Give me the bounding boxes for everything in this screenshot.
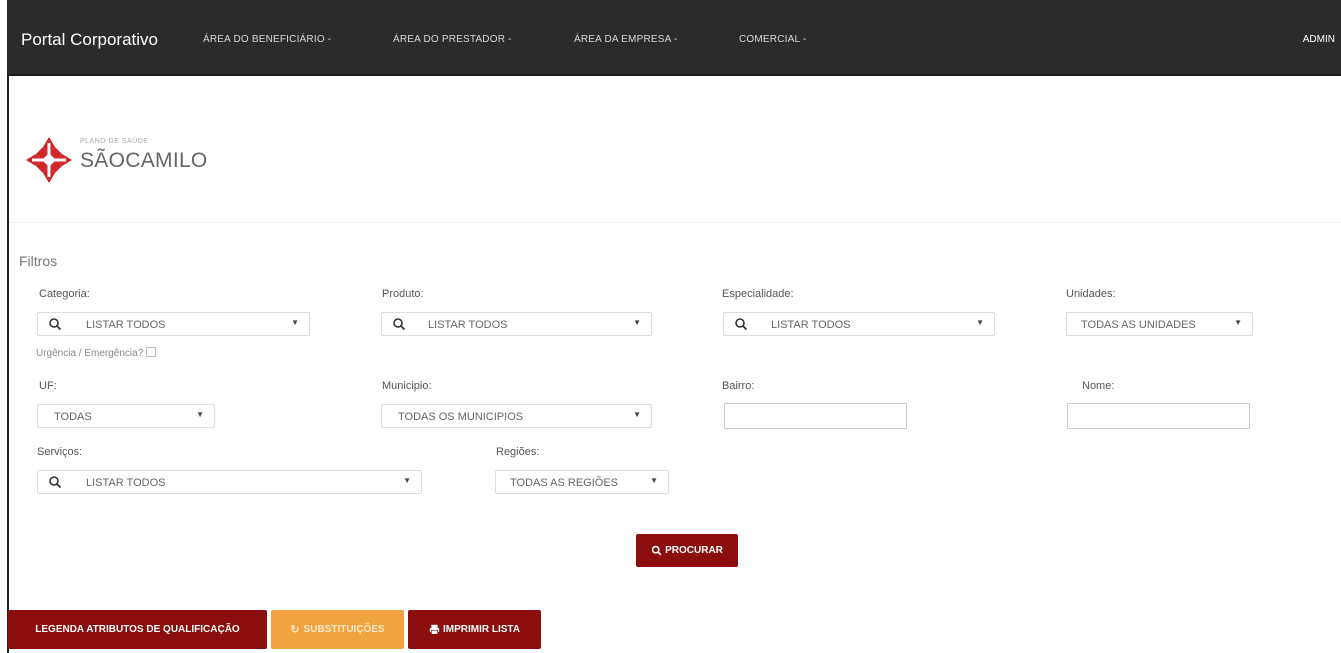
municipio-select[interactable]: TODAS OS MUNICIPIOS ▼ <box>381 404 652 428</box>
servicos-value: LISTAR TODOS <box>86 477 166 489</box>
search-icon <box>651 545 662 556</box>
especialidade-label: Especialidade: <box>722 288 794 300</box>
print-button[interactable]: IMPRIMIR LISTA <box>408 610 541 649</box>
chevron-down-icon: ▼ <box>633 410 641 419</box>
uf-value: TODAS <box>54 411 92 423</box>
chevron-down-icon: ▼ <box>1234 318 1242 327</box>
produto-value: LISTAR TODOS <box>428 319 508 331</box>
unidades-label: Unidades: <box>1066 288 1116 300</box>
bairro-input[interactable] <box>724 403 907 429</box>
legend-button-label: LEGENDA ATRIBUTOS DE QUALIFICAÇÃO <box>35 624 240 635</box>
nome-input[interactable] <box>1067 403 1250 429</box>
search-button-label: PROCURAR <box>665 545 723 556</box>
bairro-label: Bairro: <box>722 380 755 392</box>
nav-area-prestador[interactable]: ÁREA DO PRESTADOR - <box>393 34 512 45</box>
uf-label: UF: <box>39 380 57 392</box>
servicos-select[interactable]: LISTAR TODOS ▼ <box>37 470 422 494</box>
regioes-select[interactable]: TODAS AS REGIÕES ▼ <box>495 470 669 494</box>
nav-admin-user[interactable]: ADMIN <box>1303 34 1335 45</box>
especialidade-select[interactable]: LISTAR TODOS ▼ <box>723 312 995 336</box>
search-icon <box>49 476 62 489</box>
chevron-down-icon: ▼ <box>976 318 984 327</box>
print-button-label: IMPRIMIR LISTA <box>442 624 521 635</box>
chevron-down-icon: ▼ <box>403 476 411 485</box>
chevron-down-icon: ▼ <box>196 410 204 419</box>
logo-title: SÃOCAMILO <box>80 149 208 172</box>
nav-area-beneficiario[interactable]: ÁREA DO BENEFICIÁRIO - <box>203 34 331 45</box>
municipio-value: TODAS OS MUNICIPIOS <box>398 411 524 423</box>
top-navbar: Portal Corporativo ÁREA DO BENEFICIÁRIO … <box>7 0 1341 76</box>
nav-comercial[interactable]: COMERCIAL - <box>739 34 806 45</box>
unidades-value: TODAS AS UNIDADES <box>1081 319 1196 331</box>
categoria-value: LISTAR TODOS <box>86 319 166 331</box>
logo-area <box>9 76 1341 222</box>
produto-select[interactable]: LISTAR TODOS ▼ <box>381 312 652 336</box>
categoria-label: Categoria: <box>39 288 90 300</box>
logo-subtitle: PLANO DE SAÚDE <box>80 138 149 145</box>
sao-camilo-cross-icon <box>26 137 72 183</box>
nome-label: Nome: <box>1082 380 1115 392</box>
search-icon <box>393 318 406 331</box>
produto-label: Produto: <box>382 288 424 300</box>
urgencia-checkbox[interactable] <box>146 347 157 357</box>
legend-button[interactable]: LEGENDA ATRIBUTOS DE QUALIFICAÇÃO <box>8 610 267 649</box>
refresh-icon: ↻ <box>290 624 300 636</box>
nav-area-empresa[interactable]: ÁREA DA EMPRESA - <box>574 34 677 45</box>
servicos-label: Serviços: <box>37 446 83 458</box>
search-icon <box>735 318 748 331</box>
especialidade-value: LISTAR TODOS <box>771 319 851 331</box>
substitutions-button[interactable]: ↻ SUBSTITUIÇÕES <box>271 610 404 649</box>
uf-select[interactable]: TODAS ▼ <box>37 404 215 428</box>
filters-title: Filtros <box>19 253 58 269</box>
unidades-select[interactable]: TODAS AS UNIDADES ▼ <box>1066 312 1253 336</box>
categoria-select[interactable]: LISTAR TODOS ▼ <box>37 312 310 336</box>
chevron-down-icon: ▼ <box>633 318 641 327</box>
municipio-label: Municipio: <box>382 380 432 392</box>
chevron-down-icon: ▼ <box>291 318 299 327</box>
search-icon <box>49 318 62 331</box>
urgencia-label: Urgência / Emergência? <box>36 348 144 359</box>
chevron-down-icon: ▼ <box>650 476 658 485</box>
brand-link[interactable]: Portal Corporativo <box>21 30 158 50</box>
print-icon <box>429 624 440 635</box>
regioes-value: TODAS AS REGIÕES <box>510 477 618 489</box>
urgencia-checkbox-row[interactable]: Urgência / Emergência? <box>36 347 157 359</box>
search-button[interactable]: PROCURAR <box>636 534 738 567</box>
regioes-label: Regiões: <box>496 446 540 458</box>
substitutions-button-label: SUBSTITUIÇÕES <box>303 624 385 635</box>
